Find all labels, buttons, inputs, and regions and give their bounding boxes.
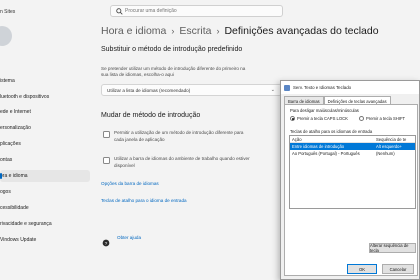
breadcrumb-escrita[interactable]: Escrita [179, 25, 211, 37]
chevron-right-icon: › [216, 26, 220, 36]
page-title: Definições avançadas do teclado [224, 25, 379, 37]
sidebar-item-jogos[interactable]: ogos [0, 186, 90, 198]
sidebar: n Sites istema luetooth e dispositivos e… [0, 0, 92, 280]
list-header: Ação Sequência de te [290, 136, 415, 143]
sidebar-item-label: luetooth e dispositivos [0, 94, 50, 100]
sidebar-item-sistema[interactable]: istema [0, 75, 90, 87]
sidebar-item-label: ersonalização [0, 125, 31, 131]
caps-lock-radio-label: Premir a tecla CAPS LOCK [297, 116, 348, 121]
input-hotkeys-link[interactable]: Teclas de atalho para o idioma de entrad… [101, 198, 187, 203]
sidebar-item-label: plicações [0, 141, 21, 147]
language-bar-checkbox[interactable] [103, 157, 110, 164]
default-input-dropdown[interactable]: Utilizar a lista de idiomas (recomendado… [101, 84, 282, 96]
list-item-action: Entre idiomas de introdução [292, 144, 345, 149]
sidebar-item-rede[interactable]: ede e Internet [0, 106, 90, 118]
section-title-default-input: Substituir o método de introdução predef… [101, 46, 243, 53]
sidebar-item-label: ontas [0, 157, 13, 163]
hotkeys-label: Teclas de atalho para os idiomas de entr… [290, 129, 373, 134]
search-icon [113, 5, 125, 17]
hotkeys-list[interactable]: Ação Sequência de te Entre idiomas de in… [289, 135, 416, 209]
sidebar-item-hora-idioma[interactable]: ora e idioma [0, 170, 90, 182]
cancel-button[interactable]: Cancelar [382, 264, 414, 274]
get-help-link[interactable]: Obter ajuda [117, 235, 141, 240]
list-item[interactable]: Entre idiomas de introdução Alt esquerdo… [290, 143, 415, 150]
chevron-right-icon: › [171, 26, 175, 36]
list-item-sequence: (Nenhum) [376, 151, 395, 156]
caps-lock-radio[interactable] [290, 116, 295, 121]
column-header-sequence[interactable]: Sequência de te [376, 137, 406, 142]
caps-lock-label: Para desligar maiúsculas/minúsculas [290, 108, 359, 113]
dialog-title: Serv. Texto e Idiomas Teclado [293, 85, 352, 90]
language-bar-options-link[interactable]: Opções da barra de idiomas [101, 181, 159, 186]
section-description-line2: sua lista de idiomas, escolha-o aqui [101, 72, 174, 77]
shift-radio[interactable] [359, 116, 364, 121]
change-key-sequence-button[interactable]: Alterar sequência de tecla [369, 243, 416, 253]
sidebar-item-contas[interactable]: ontas [0, 154, 90, 166]
sidebar-item-acessibilidade[interactable]: cessibilidade [0, 202, 90, 214]
sidebar-item-label: ora e idioma [0, 173, 28, 179]
keyboard-icon [284, 84, 290, 91]
text-services-dialog: Serv. Texto e Idiomas Teclado Barra de i… [280, 80, 420, 280]
list-item-action: Ao Português (Portugal) - Português [292, 151, 360, 156]
list-item[interactable]: Ao Português (Portugal) - Português (Nen… [290, 150, 415, 157]
help-icon: ? [102, 234, 110, 247]
column-header-action[interactable]: Ação [292, 137, 302, 142]
list-item-sequence: Alt esquerdo+ [376, 144, 402, 149]
sidebar-item-personalizacao[interactable]: ersonalização [0, 122, 90, 134]
chevron-down-icon: ⌄ [270, 87, 275, 93]
sidebar-item-label: cessibilidade [0, 205, 29, 211]
ok-button[interactable]: OK [347, 264, 377, 274]
sidebar-item-label: ogos [0, 189, 11, 195]
per-app-input-checkbox[interactable] [103, 131, 110, 138]
avatar[interactable] [0, 26, 12, 46]
shift-radio-label: Premir a tecla SHIFT [366, 116, 406, 121]
section-title-switch-input: Mudar de método de introdução [101, 112, 201, 119]
search-box[interactable] [110, 5, 283, 17]
dialog-titlebar[interactable]: Serv. Texto e Idiomas Teclado [281, 81, 419, 94]
sidebar-item-label: rivacidade e segurança [0, 221, 52, 227]
search-input[interactable] [125, 8, 275, 14]
sidebar-item-privacidade[interactable]: rivacidade e segurança [0, 218, 90, 230]
dropdown-value: Utilizar a lista de idiomas (recomendado… [107, 87, 191, 93]
sidebar-item-label: Vindows Update [0, 237, 37, 243]
sidebar-item-windows-update[interactable]: Vindows Update [0, 234, 90, 246]
language-bar-label-line1: Utilizar a barra de idiomas do ambiente … [114, 156, 250, 161]
advanced-key-settings-panel: Para desligar maiúsculas/minúsculas Prem… [284, 104, 418, 276]
sidebar-item-aplicacoes[interactable]: plicações [0, 138, 90, 150]
breadcrumb: Hora e idioma › Escrita › Definições ava… [101, 25, 379, 37]
svg-text:?: ? [105, 241, 108, 247]
sidebar-item-label: istema [0, 78, 15, 84]
sidebar-item-bluetooth[interactable]: luetooth e dispositivos [0, 91, 90, 103]
per-app-input-label-line1: Permitir a utilização de um método de in… [114, 130, 244, 135]
language-bar-label-line2: disponível [114, 163, 135, 168]
breadcrumb-hora-idioma[interactable]: Hora e idioma [101, 25, 166, 37]
sidebar-top-label: n Sites [0, 9, 16, 15]
sidebar-item-label: ede e Internet [0, 109, 31, 115]
per-app-input-label-line2: cada janela de aplicação [114, 137, 165, 142]
